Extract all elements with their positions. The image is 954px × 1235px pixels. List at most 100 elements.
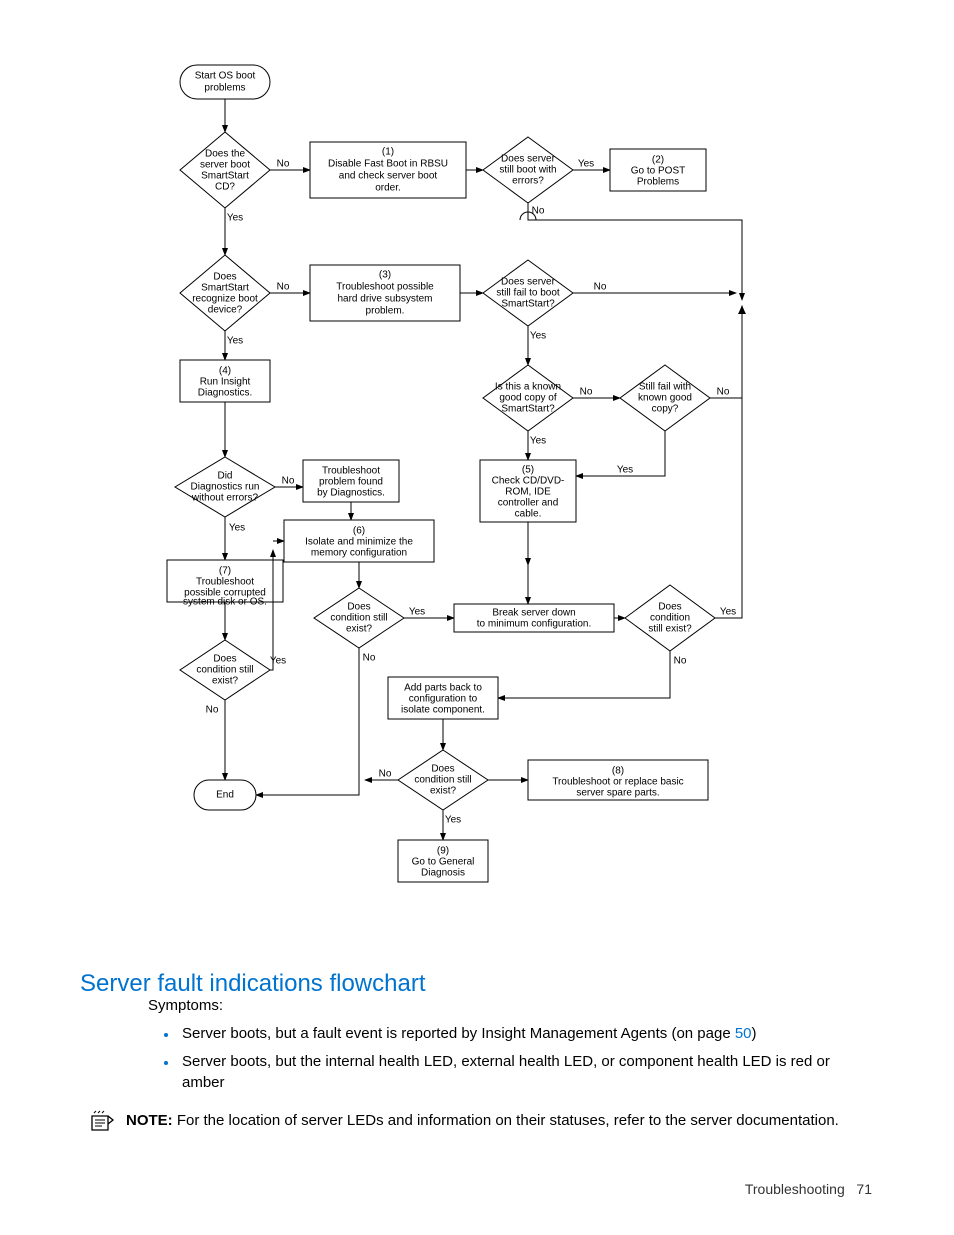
svg-text:Yes: Yes <box>229 523 245 534</box>
svg-text:condition still: condition still <box>414 775 471 786</box>
svg-text:No: No <box>363 653 376 664</box>
svg-text:copy?: copy? <box>652 404 679 415</box>
svg-text:Troubleshoot or replace basic: Troubleshoot or replace basic <box>552 777 683 788</box>
svg-text:Yes: Yes <box>270 656 286 667</box>
svg-text:configuration to: configuration to <box>409 694 478 705</box>
svg-text:(4): (4) <box>219 366 231 377</box>
svg-text:No: No <box>594 282 607 293</box>
svg-text:Break server down: Break server down <box>492 608 575 619</box>
svg-text:(3): (3) <box>379 270 391 281</box>
bullet-1: Server boots, but a fault event is repor… <box>178 1023 868 1045</box>
svg-text:Troubleshoot: Troubleshoot <box>322 466 380 477</box>
svg-text:(1): (1) <box>382 147 394 158</box>
svg-text:Did: Did <box>217 471 232 482</box>
svg-text:Problems: Problems <box>637 177 679 188</box>
svg-text:device?: device? <box>208 305 243 316</box>
svg-text:condition still: condition still <box>196 665 253 676</box>
page-link-50[interactable]: 50 <box>735 1025 752 1042</box>
svg-text:recognize boot: recognize boot <box>192 294 258 305</box>
svg-text:(6): (6) <box>353 526 365 537</box>
svg-text:memory configuration: memory configuration <box>311 548 407 559</box>
svg-text:hard drive subsystem: hard drive subsystem <box>337 294 432 305</box>
svg-text:(8): (8) <box>612 766 624 777</box>
svg-text:and check server boot: and check server boot <box>339 171 438 182</box>
body-block: Symptoms: Server boots, but a fault even… <box>148 995 868 1100</box>
svg-text:Yes: Yes <box>445 815 461 826</box>
svg-text:problem found: problem found <box>319 477 383 488</box>
svg-text:problem.: problem. <box>366 306 405 317</box>
svg-text:SmartStart?: SmartStart? <box>501 299 555 310</box>
svg-text:CD?: CD? <box>215 182 235 193</box>
svg-text:condition still: condition still <box>330 613 387 624</box>
svg-text:exist?: exist? <box>430 786 457 797</box>
svg-text:order.: order. <box>375 183 401 194</box>
svg-text:No: No <box>674 656 687 667</box>
section-heading: Server fault indications flowchart <box>80 970 426 998</box>
svg-text:Does: Does <box>658 602 681 613</box>
svg-text:Yes: Yes <box>578 159 594 170</box>
svg-text:Go to General: Go to General <box>412 857 475 868</box>
svg-text:Yes: Yes <box>720 607 736 618</box>
svg-text:No: No <box>717 387 730 398</box>
svg-text:Does: Does <box>431 764 454 775</box>
svg-text:cable.: cable. <box>515 509 542 520</box>
svg-text:(7): (7) <box>219 566 231 577</box>
svg-text:Yes: Yes <box>530 436 546 447</box>
svg-text:Does: Does <box>213 654 236 665</box>
svg-text:SmartStart?: SmartStart? <box>501 404 555 415</box>
svg-text:Troubleshoot: Troubleshoot <box>196 577 254 588</box>
symptoms-label: Symptoms: <box>148 995 868 1017</box>
note-text: For the location of server LEDs and info… <box>177 1112 839 1129</box>
start-text-1: Start OS boot <box>195 71 256 82</box>
svg-text:exist?: exist? <box>346 624 373 635</box>
svg-text:No: No <box>282 476 295 487</box>
svg-text:by Diagnostics.: by Diagnostics. <box>317 488 385 499</box>
svg-text:Diagnostics run: Diagnostics run <box>191 482 260 493</box>
svg-text:to minimum configuration.: to minimum configuration. <box>477 619 592 630</box>
svg-text:errors?: errors? <box>512 176 544 187</box>
svg-text:known good: known good <box>638 393 692 404</box>
svg-text:condition: condition <box>650 613 690 624</box>
svg-text:Diagnostics.: Diagnostics. <box>198 388 252 399</box>
svg-text:exist?: exist? <box>212 676 239 687</box>
start-text-2: problems <box>204 83 245 94</box>
page-footer: Troubleshooting 71 <box>745 1181 872 1197</box>
svg-text:Go to POST: Go to POST <box>631 166 685 177</box>
svg-text:controller and: controller and <box>498 498 559 509</box>
svg-text:Disable Fast Boot in RBSU: Disable Fast Boot in RBSU <box>328 159 448 170</box>
svg-text:Yes: Yes <box>617 465 633 476</box>
svg-text:Still fail with: Still fail with <box>639 382 691 393</box>
note-label: NOTE: <box>126 1112 173 1129</box>
svg-text:End: End <box>216 790 234 801</box>
note-block: NOTE: For the location of server LEDs an… <box>88 1110 878 1134</box>
svg-text:Does the: Does the <box>205 149 245 160</box>
svg-text:Does server: Does server <box>501 154 556 165</box>
svg-text:Troubleshoot possible: Troubleshoot possible <box>336 282 434 293</box>
svg-text:Isolate and minimize the: Isolate and minimize the <box>305 537 413 548</box>
svg-text:ROM, IDE: ROM, IDE <box>505 487 551 498</box>
svg-text:Yes: Yes <box>530 331 546 342</box>
svg-text:SmartStart: SmartStart <box>201 171 249 182</box>
svg-text:good copy of: good copy of <box>499 393 556 404</box>
svg-text:Does server: Does server <box>501 277 556 288</box>
svg-text:Does: Does <box>347 602 370 613</box>
bullet-2: Server boots, but the internal health LE… <box>178 1051 868 1095</box>
svg-text:server spare parts.: server spare parts. <box>576 788 659 799</box>
svg-text:isolate component.: isolate component. <box>401 705 485 716</box>
svg-text:server boot: server boot <box>200 160 250 171</box>
svg-text:(5): (5) <box>522 465 534 476</box>
svg-text:No: No <box>277 282 290 293</box>
svg-text:(2): (2) <box>652 155 664 166</box>
svg-text:Yes: Yes <box>227 336 243 347</box>
svg-text:still boot with: still boot with <box>499 165 556 176</box>
svg-text:Check CD/DVD-: Check CD/DVD- <box>492 476 565 487</box>
svg-text:SmartStart: SmartStart <box>201 283 249 294</box>
svg-text:Is this a known: Is this a known <box>495 382 561 393</box>
svg-text:still fail to boot: still fail to boot <box>496 288 560 299</box>
svg-text:Yes: Yes <box>227 213 243 224</box>
svg-text:without errors?: without errors? <box>191 493 259 504</box>
svg-text:Diagnosis: Diagnosis <box>421 868 465 879</box>
svg-text:Yes: Yes <box>409 607 425 618</box>
svg-text:No: No <box>379 769 392 780</box>
svg-text:No: No <box>277 159 290 170</box>
